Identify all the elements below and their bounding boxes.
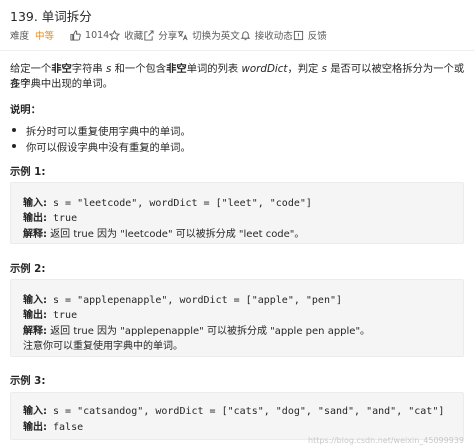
problem-toolbar: 难度 中等 1014 收藏 分享 切换为英文 接收动态 反馈 xyxy=(10,28,327,42)
favorite-button[interactable]: 收藏 xyxy=(109,28,143,42)
notify-label: 接收动态 xyxy=(254,31,293,42)
share-label: 分享 xyxy=(158,31,178,42)
feedback-button[interactable]: 反馈 xyxy=(293,28,327,42)
feedback-label: 反馈 xyxy=(307,31,327,42)
bell-icon xyxy=(240,30,251,41)
example-3-title: 示例 3: xyxy=(10,375,46,387)
difficulty-value: 中等 xyxy=(35,31,55,42)
example-2-title: 示例 2: xyxy=(10,263,46,275)
example-input-line: 输入: s = "catsandog", wordDict = ["cats",… xyxy=(23,406,445,417)
problem-title: 139. 单词拆分 xyxy=(10,9,92,24)
notes-title: 说明： xyxy=(10,104,41,116)
example-output-line: 输出: true xyxy=(23,310,78,321)
note-item: 拆分时可以重复使用字典中的单词。 xyxy=(12,123,191,138)
description-line-2: 在字典中出现的单词。 xyxy=(10,78,113,90)
thumbs-up-icon xyxy=(70,29,81,41)
share-icon xyxy=(143,29,154,41)
like-button[interactable]: 1014 xyxy=(70,30,109,41)
example-1-title: 示例 1: xyxy=(10,166,46,178)
example-3-box: 输入: s = "catsandog", wordDict = ["cats",… xyxy=(10,392,464,440)
example-1-box: 输入: s = "leetcode", wordDict = ["leet", … xyxy=(10,182,464,244)
favorite-label: 收藏 xyxy=(124,31,144,42)
likes-count: 1014 xyxy=(85,29,110,41)
star-icon xyxy=(109,29,121,41)
example-2-box: 输入: s = "applepenapple", wordDict = ["ap… xyxy=(10,279,464,357)
example-explanation-line: 解释: 返回 true 因为 "leetcode" 可以被拆分成 "leet c… xyxy=(23,229,305,240)
note-item: 你可以假设字典中没有重复的单词。 xyxy=(12,139,191,154)
example-explanation-line: 解释: 返回 true 因为 "applepenapple" 可以被拆分成 "a… xyxy=(23,326,371,337)
example-note-line: 注意你可以重复使用字典中的单词。 xyxy=(23,341,183,352)
watermark: https://blog.csdn.net/weixin_45099939 xyxy=(307,436,464,445)
example-output-line: 输出: false xyxy=(23,422,84,433)
example-output-line: 输出: true xyxy=(23,213,78,224)
example-input-line: 输入: s = "leetcode", wordDict = ["leet", … xyxy=(23,198,312,209)
header-divider xyxy=(0,50,474,51)
feedback-icon xyxy=(293,30,304,41)
translate-icon xyxy=(177,30,188,41)
share-button[interactable]: 分享 xyxy=(143,28,177,42)
example-input-line: 输入: s = "applepenapple", wordDict = ["ap… xyxy=(23,295,343,306)
switch-language-label: 切换为英文 xyxy=(192,31,240,42)
difficulty-label: 难度 xyxy=(10,31,30,42)
switch-language-button[interactable]: 切换为英文 xyxy=(177,28,240,42)
notify-button[interactable]: 接收动态 xyxy=(240,28,293,42)
